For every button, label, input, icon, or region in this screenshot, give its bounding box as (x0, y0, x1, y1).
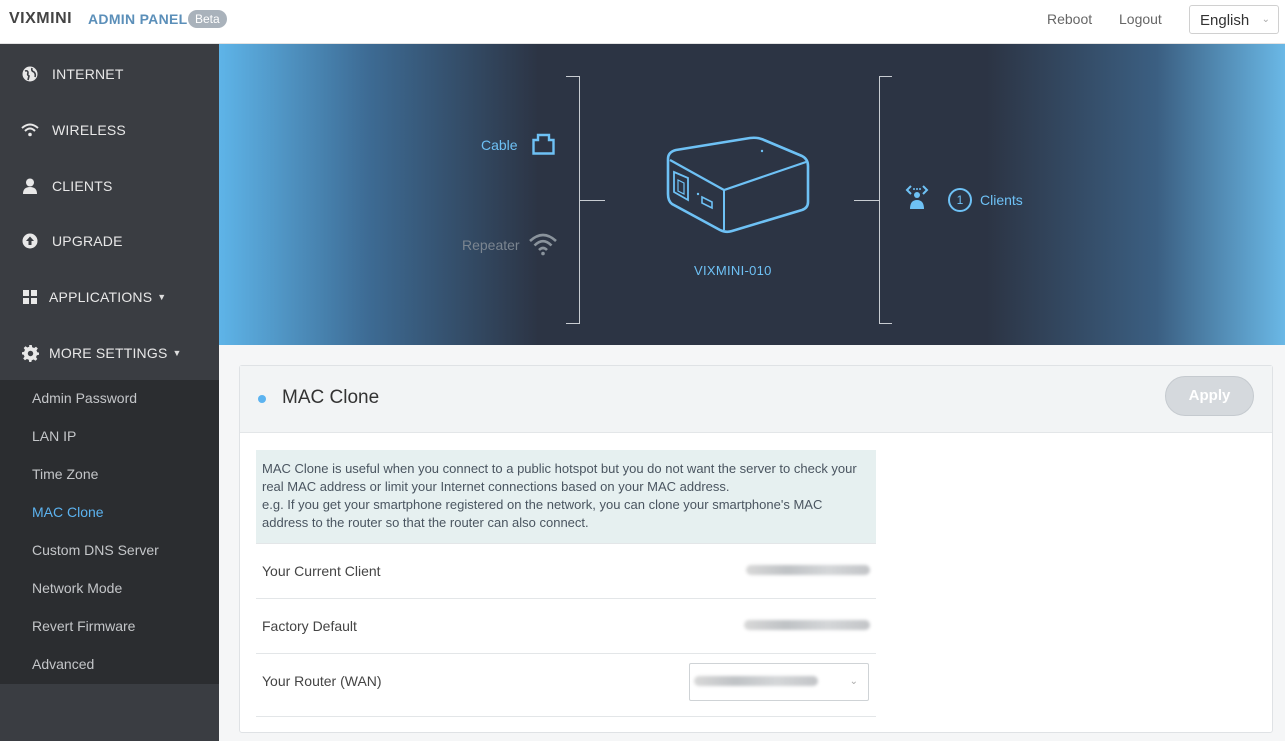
cable-label: Cable (481, 137, 518, 153)
info-line: e.g. If you get your smartphone register… (262, 497, 823, 512)
apply-button[interactable]: Apply (1165, 376, 1254, 416)
submenu-item-time-zone[interactable]: Time Zone (32, 466, 98, 482)
device-name: VIXMINI-010 (694, 263, 772, 278)
info-line: real MAC address or limit your Internet … (262, 479, 730, 494)
factory-default-row: Factory Default (256, 598, 876, 653)
sidebar-item-label: UPGRADE (52, 233, 123, 249)
user-icon (21, 177, 39, 195)
clients-count-badge: 1 (948, 188, 972, 212)
grid-icon (21, 288, 39, 306)
sidebar-item-label: WIRELESS (52, 122, 126, 138)
submenu-item-custom-dns-server[interactable]: Custom DNS Server (32, 542, 159, 558)
language-value: English (1200, 12, 1250, 29)
submenu-item-advanced[interactable]: Advanced (32, 656, 94, 672)
bracket-line (879, 323, 892, 324)
ethernet-port-icon (532, 133, 555, 160)
submenu-item-revert-firmware[interactable]: Revert Firmware (32, 618, 135, 634)
panel-header: MAC Clone Apply (240, 366, 1272, 433)
sidebar-item-label: CLIENTS (52, 178, 113, 194)
bracket-line (566, 323, 580, 324)
router-wan-mac-select[interactable]: ⌄ (689, 663, 869, 701)
wifi-icon (21, 121, 39, 139)
sidebar-item-label: MORE SETTINGS (49, 345, 168, 361)
brand-logo: VIXMINI (9, 10, 73, 27)
row-label: Your Router (WAN) (262, 673, 382, 689)
sidebar: INTERNET WIRELESS CLIENTS UPGRADE APPLIC… (0, 44, 219, 741)
clients-link[interactable]: Clients (980, 192, 1023, 208)
info-line: address to the router so that the router… (262, 515, 589, 530)
repeater-label: Repeater (462, 237, 520, 253)
router-device-icon (662, 134, 812, 241)
sidebar-item-wireless[interactable]: WIRELESS (0, 102, 219, 158)
sidebar-item-applications[interactable]: APPLICATIONS ▼ (0, 269, 219, 325)
bracket-line (879, 76, 880, 324)
status-dot-icon (258, 395, 266, 403)
page-title: MAC Clone (282, 387, 380, 408)
top-bar: VIXMINI ADMIN PANEL Beta Reboot Logout E… (0, 0, 1285, 44)
mac-address-blurred (746, 565, 870, 575)
divider (256, 716, 876, 717)
sidebar-item-more-settings[interactable]: MORE SETTINGS ▼ (0, 325, 219, 381)
mac-address-blurred (694, 676, 818, 686)
sidebar-item-label: INTERNET (52, 66, 124, 82)
admin-panel-label: ADMIN PANEL (88, 11, 188, 27)
bracket-line (854, 200, 879, 201)
submenu-item-lan-ip[interactable]: LAN IP (32, 428, 76, 444)
caret-down-icon: ▼ (172, 348, 182, 358)
info-box: MAC Clone is useful when you connect to … (256, 450, 876, 543)
bracket-line (579, 200, 605, 201)
network-status-banner: Cable Repeater VIXMINI-010 1 Clients (219, 44, 1285, 345)
globe-icon (21, 65, 39, 83)
chevron-down-icon: ⌄ (849, 676, 858, 687)
caret-down-icon: ▼ (157, 292, 167, 302)
sidebar-item-label: APPLICATIONS (49, 289, 153, 305)
upload-icon (21, 232, 39, 250)
gear-icon (21, 344, 39, 362)
language-select[interactable]: English ⌄ (1189, 5, 1279, 34)
submenu-item-network-mode[interactable]: Network Mode (32, 580, 122, 596)
more-settings-submenu: Admin Password LAN IP Time Zone MAC Clon… (0, 380, 219, 684)
bracket-line (879, 76, 892, 77)
row-label: Factory Default (262, 618, 357, 634)
current-client-row: Your Current Client (256, 543, 876, 598)
beta-badge: Beta (188, 10, 227, 28)
sidebar-item-upgrade[interactable]: UPGRADE (0, 213, 219, 269)
row-label: Your Current Client (262, 563, 381, 579)
bracket-line (566, 76, 580, 77)
info-line: MAC Clone is useful when you connect to … (262, 461, 857, 476)
sidebar-item-clients[interactable]: CLIENTS (0, 158, 219, 214)
sidebar-item-internet[interactable]: INTERNET (0, 46, 219, 102)
logout-link[interactable]: Logout (1119, 11, 1162, 27)
submenu-item-mac-clone[interactable]: MAC Clone (32, 504, 104, 520)
mac-clone-panel: MAC Clone Apply MAC Clone is useful when… (239, 365, 1273, 733)
reboot-link[interactable]: Reboot (1047, 11, 1092, 27)
chevron-down-icon: ⌄ (1261, 14, 1270, 25)
client-users-icon (904, 184, 930, 215)
wifi-signal-icon (528, 232, 558, 261)
submenu-item-admin-password[interactable]: Admin Password (32, 390, 137, 406)
mac-address-blurred (744, 620, 870, 630)
